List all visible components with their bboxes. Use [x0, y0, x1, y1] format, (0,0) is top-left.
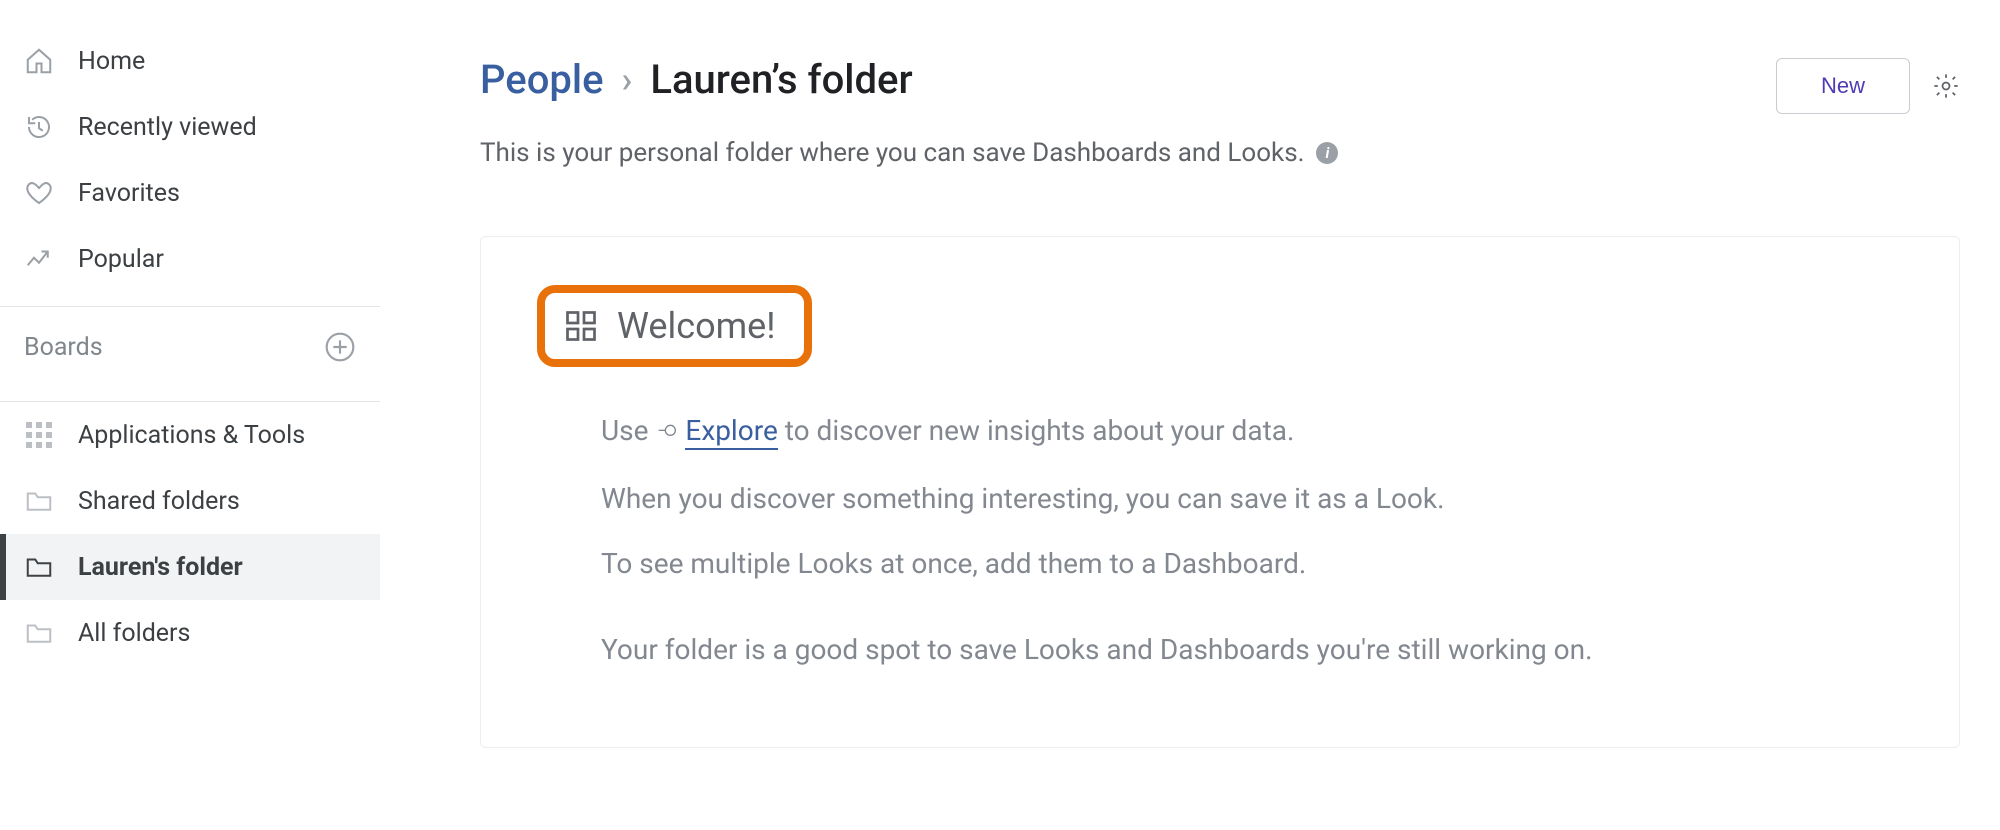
- subtitle-text: This is your personal folder where you c…: [480, 138, 1304, 168]
- main-content: People › Lauren’s folder New This is you…: [380, 0, 2000, 830]
- sidebar-item-label: Applications & Tools: [78, 421, 305, 450]
- sidebar-item-favorites[interactable]: Favorites: [0, 160, 380, 226]
- compass-icon: [655, 409, 679, 457]
- sidebar-item-shared-folders[interactable]: Shared folders: [0, 468, 380, 534]
- sidebar-item-label: Shared folders: [78, 487, 240, 516]
- sidebar-item-all-folders[interactable]: All folders: [0, 600, 380, 666]
- welcome-line-1: Use Explore to discover new insights abo…: [601, 407, 1903, 457]
- heart-icon: [24, 178, 54, 208]
- sidebar-item-popular[interactable]: Popular: [0, 226, 380, 292]
- new-button[interactable]: New: [1776, 58, 1910, 114]
- welcome-line-2: When you discover something interesting,…: [601, 475, 1903, 523]
- sidebar-item-label: Recently viewed: [78, 113, 257, 142]
- welcome-body: Use Explore to discover new insights abo…: [537, 407, 1903, 673]
- apps-icon: [24, 420, 54, 450]
- folder-icon: [24, 618, 54, 648]
- dashboard-icon: [563, 308, 599, 344]
- welcome-card: Welcome! Use Explore to discover new ins…: [480, 236, 1960, 748]
- page-header: People › Lauren’s folder New: [480, 56, 1960, 114]
- breadcrumb-current: Lauren’s folder: [650, 56, 912, 103]
- header-actions: New: [1776, 58, 1960, 114]
- settings-button[interactable]: [1932, 72, 1960, 100]
- explore-link[interactable]: Explore: [685, 414, 777, 450]
- folder-icon: [24, 552, 54, 582]
- history-icon: [24, 112, 54, 142]
- sidebar-item-label: All folders: [78, 619, 190, 648]
- home-icon: [24, 46, 54, 76]
- sidebar-item-label: Home: [78, 47, 145, 76]
- sidebar-item-applications-tools[interactable]: Applications & Tools: [0, 402, 380, 468]
- add-board-button[interactable]: [324, 331, 356, 363]
- welcome-line-3: To see multiple Looks at once, add them …: [601, 540, 1903, 588]
- info-icon[interactable]: i: [1316, 142, 1338, 164]
- breadcrumb-root[interactable]: People: [480, 56, 604, 103]
- welcome-title-highlight: Welcome!: [537, 285, 812, 367]
- boards-section-header: Boards: [0, 307, 380, 387]
- sidebar: Home Recently viewed Favorites Popular B…: [0, 0, 380, 830]
- welcome-line-4: Your folder is a good spot to save Looks…: [601, 626, 1903, 674]
- sidebar-item-recently-viewed[interactable]: Recently viewed: [0, 94, 380, 160]
- page-subtitle: This is your personal folder where you c…: [480, 138, 1960, 168]
- trend-icon: [24, 244, 54, 274]
- breadcrumb: People › Lauren’s folder: [480, 56, 913, 103]
- chevron-right-icon: ›: [622, 59, 633, 101]
- sidebar-item-home[interactable]: Home: [0, 28, 380, 94]
- sidebar-item-label: Popular: [78, 245, 164, 274]
- sidebar-item-label: Lauren's folder: [78, 553, 243, 582]
- sidebar-item-label: Favorites: [78, 179, 180, 208]
- welcome-title-text: Welcome!: [617, 305, 776, 347]
- folder-icon: [24, 486, 54, 516]
- sidebar-item-my-folder[interactable]: Lauren's folder: [0, 534, 380, 600]
- boards-label: Boards: [24, 333, 103, 362]
